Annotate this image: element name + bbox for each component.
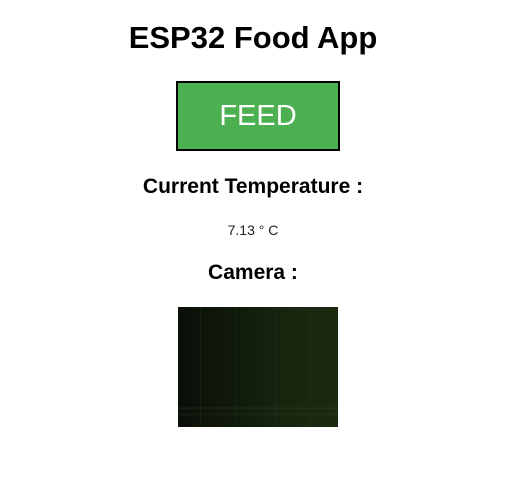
page: ESP32 Food App FEED Current Temperature … [0, 0, 506, 486]
camera-noise-line [236, 307, 237, 427]
camera-feed-image [178, 307, 338, 427]
camera-heading: Camera : [208, 261, 298, 284]
feed-button[interactable]: FEED [176, 81, 340, 151]
camera-noise-line [200, 307, 201, 427]
temperature-heading: Current Temperature : [142, 175, 364, 198]
page-title: ESP32 Food App [128, 20, 378, 55]
temperature-value: 7.13 ° C [227, 222, 279, 238]
camera-noise-line [275, 307, 276, 427]
camera-noise-line [309, 307, 310, 427]
